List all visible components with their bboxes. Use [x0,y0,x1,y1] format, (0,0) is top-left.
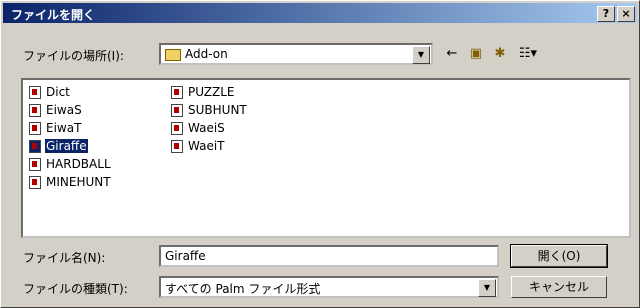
location-combobox[interactable]: Add-on ▼ [159,43,433,65]
cancel-button[interactable]: キャンセル [511,276,607,298]
file-list-item[interactable]: WaeiT [171,138,226,154]
filetype-combobox[interactable]: すべての Palm ファイル形式 ▼ [159,276,499,298]
palm-file-icon [171,122,183,135]
chevron-down-icon[interactable]: ▼ [412,46,430,64]
file-list-item[interactable]: WaeiS [171,120,226,136]
file-name: WaeiS [188,121,225,135]
palm-file-icon [171,104,183,117]
new-folder-icon[interactable]: ✱ [491,45,509,63]
file-name: WaeiT [188,139,225,153]
file-name: Giraffe [44,138,89,154]
back-icon[interactable]: ← [443,45,461,63]
file-list-item[interactable]: PUZZLE [171,84,236,100]
filename-label: ファイル名(N): [23,251,106,265]
file-name: EiwaT [46,121,82,135]
location-label: ファイルの場所(I): [23,49,124,63]
help-button[interactable]: ? [597,6,615,22]
palm-file-icon [29,86,41,99]
open-button[interactable]: 開く(O) [510,244,608,268]
palm-file-icon [29,176,41,189]
file-name: Dict [46,85,70,99]
file-name: PUZZLE [188,85,235,99]
palm-file-icon [29,122,41,135]
file-list-item[interactable]: SUBHUNT [171,102,248,118]
up-folder-icon[interactable]: ▣ [467,45,485,63]
palm-file-icon [29,140,41,153]
filetype-value: すべての Palm ファイル形式 [165,282,321,296]
filename-input[interactable]: Giraffe [159,245,499,267]
file-list-item[interactable]: MINEHUNT [29,174,112,190]
file-name: HARDBALL [46,157,111,171]
file-list-item[interactable]: EiwaS [29,102,83,118]
file-list-item[interactable]: Giraffe [29,138,89,154]
file-list-item[interactable]: HARDBALL [29,156,112,172]
view-menu-icon[interactable]: ☷▾ [515,45,541,63]
palm-file-icon [29,158,41,171]
file-list-item[interactable]: EiwaT [29,120,82,136]
file-list-item[interactable]: Dict [29,84,71,100]
title-bar: ファイルを開く ? × [3,3,637,23]
dialog-title: ファイルを開く [11,8,96,22]
palm-file-icon [171,86,183,99]
location-value: Add-on [185,47,228,61]
open-file-dialog: ファイルを開く ? × ファイルの場所(I): Add-on ▼ ← ▣ ✱ ☷… [0,0,640,308]
close-button[interactable]: × [617,6,635,22]
file-name: EiwaS [46,103,82,117]
filename-value: Giraffe [165,249,206,263]
file-list[interactable]: Dict EiwaS EiwaT Giraffe HARDBALL MINEHUNT PUZ… [21,78,631,238]
filetype-label: ファイルの種類(T): [23,282,128,296]
file-name: SUBHUNT [188,103,247,117]
file-name: MINEHUNT [46,175,111,189]
folder-icon [165,48,181,61]
palm-file-icon [29,104,41,117]
chevron-down-icon[interactable]: ▼ [478,279,496,297]
palm-file-icon [171,140,183,153]
